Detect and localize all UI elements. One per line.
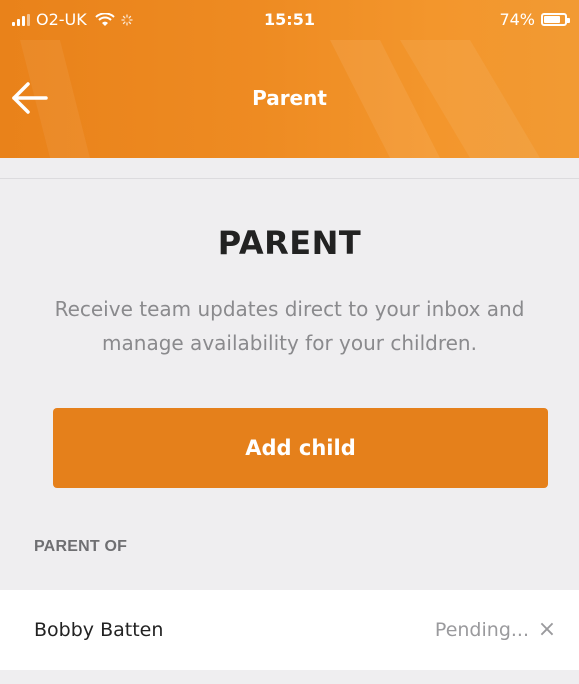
battery-icon: [541, 13, 570, 26]
battery-status: 74%: [499, 10, 570, 29]
remove-child-button[interactable]: ×: [535, 616, 559, 644]
page-description: Receive team updates direct to your inbo…: [54, 297, 525, 355]
header-divider: [0, 178, 579, 179]
clock: 15:51: [264, 10, 315, 29]
status-bar: O2-UK 15:51 74%: [0, 0, 579, 40]
section-header-parent-of: PARENT OF: [34, 538, 128, 555]
app-header: O2-UK 15:51 74% Parent: [0, 0, 579, 158]
add-child-button[interactable]: Add child: [53, 408, 548, 488]
page-title: PARENT: [217, 224, 362, 262]
child-name: Bobby Batten: [34, 619, 164, 641]
status-badge: Pending...: [434, 619, 529, 641]
list-item[interactable]: Bobby Batten Pending... ×: [0, 590, 579, 670]
nav-title: Parent: [252, 86, 327, 110]
battery-percent: 74%: [499, 10, 535, 29]
